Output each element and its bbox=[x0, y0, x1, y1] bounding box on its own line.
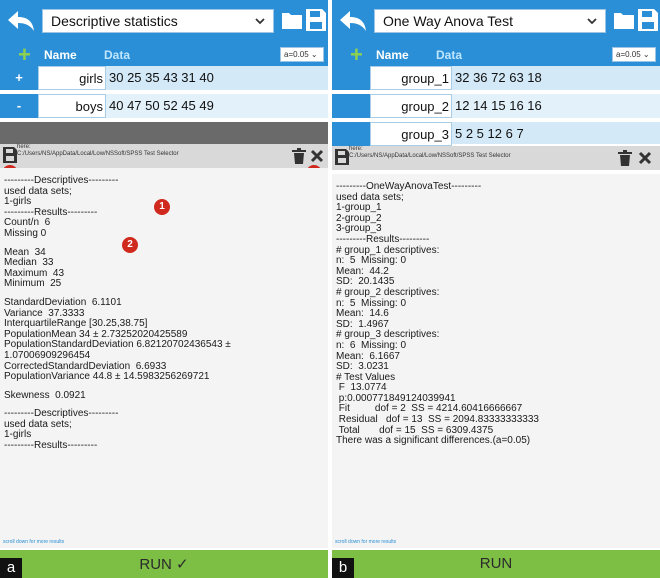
callout-badge: 1 bbox=[154, 199, 170, 215]
output-line: PopulationVariance 44.8 ± 14.59832562697… bbox=[4, 371, 210, 383]
back-arrow-icon[interactable] bbox=[338, 8, 368, 34]
column-header: + Name Data a=0.05 ⌄ bbox=[0, 44, 328, 66]
test-select-dropdown[interactable]: One Way Anova Test bbox=[374, 9, 606, 33]
top-bar: Descriptive statistics bbox=[0, 0, 328, 44]
output-line: # group_2 descriptives: bbox=[336, 286, 440, 298]
top-bar: One Way Anova Test bbox=[332, 0, 660, 44]
save-icon[interactable] bbox=[638, 9, 658, 31]
output-line: Minimum 25 bbox=[4, 278, 62, 290]
empty-area bbox=[0, 122, 328, 144]
data-row: group_2 12 14 15 16 16 bbox=[332, 94, 660, 120]
row-action-button[interactable]: + bbox=[0, 66, 38, 90]
panel-label: a bbox=[0, 558, 22, 578]
row-action-button[interactable] bbox=[332, 94, 370, 118]
test-select-dropdown[interactable]: Descriptive statistics bbox=[42, 9, 274, 33]
trash-icon[interactable] bbox=[292, 148, 306, 164]
trash-icon[interactable] bbox=[618, 150, 632, 166]
scroll-hint: scroll down for more results bbox=[0, 538, 328, 548]
folder-icon[interactable] bbox=[282, 11, 302, 29]
output-line: ---------Descriptives--------- bbox=[4, 175, 119, 186]
run-label: RUN ✓ bbox=[139, 556, 189, 573]
folder-icon[interactable] bbox=[614, 11, 634, 29]
data-row: - boys 40 47 50 52 45 49 bbox=[0, 94, 328, 120]
selected-test: One Way Anova Test bbox=[383, 13, 513, 29]
row-data-field[interactable]: 5 2 5 12 6 7 bbox=[452, 122, 524, 146]
output-line: n: 6 Missing: 0 bbox=[336, 339, 407, 351]
output-header: here: C:/Users/NS/AppData/Local/Low/NSSo… bbox=[332, 146, 660, 170]
output-line: StandardDeviation 6.1101 bbox=[4, 296, 122, 308]
output-line: There was a significant differences.(a=0… bbox=[336, 435, 531, 447]
callout-badge: 2 bbox=[122, 237, 138, 253]
selected-test: Descriptive statistics bbox=[51, 13, 178, 29]
row-action-button[interactable] bbox=[332, 122, 370, 146]
alpha-select[interactable]: a=0.05 ⌄ bbox=[612, 47, 656, 62]
save-icon[interactable] bbox=[306, 9, 326, 31]
add-row-icon[interactable]: + bbox=[350, 44, 363, 66]
row-data-field[interactable]: 30 25 35 43 31 40 bbox=[106, 66, 214, 90]
output-line: used data sets; bbox=[4, 185, 72, 197]
output-header: here: C:/Users/NS/AppData/Local/Low/NSSo… bbox=[0, 144, 328, 168]
run-label: RUN bbox=[479, 555, 513, 572]
row-name-field[interactable]: group_3 bbox=[370, 122, 452, 146]
data-row: + girls 30 25 35 43 31 40 bbox=[0, 66, 328, 92]
output-text: ---------Descriptives--------- used data … bbox=[0, 168, 328, 538]
output-line: ---------Results--------- bbox=[4, 440, 98, 452]
alpha-select[interactable]: a=0.05 ⌄ bbox=[280, 47, 324, 62]
chevron-down-icon bbox=[587, 18, 597, 25]
output-line: used data sets; bbox=[4, 418, 72, 430]
scroll-hint: scroll down for more results bbox=[332, 538, 660, 548]
data-header: Data bbox=[104, 48, 131, 62]
output-path: here: C:/Users/NS/AppData/Local/Low/NSSo… bbox=[349, 146, 511, 159]
output-path: here: C:/Users/NS/AppData/Local/Low/NSSo… bbox=[17, 144, 179, 157]
row-name-field[interactable]: girls bbox=[38, 66, 106, 90]
row-data-field[interactable]: 40 47 50 52 45 49 bbox=[106, 94, 214, 118]
save-output-icon[interactable] bbox=[3, 147, 17, 163]
close-icon[interactable] bbox=[638, 151, 652, 165]
row-name-field[interactable]: group_1 bbox=[370, 66, 452, 90]
panel-a: Descriptive statistics + Name Data a=0.0… bbox=[0, 0, 328, 578]
save-output-icon[interactable] bbox=[335, 149, 349, 165]
run-button[interactable]: RUN b bbox=[332, 550, 660, 578]
output-line: Count/n 6 bbox=[4, 217, 51, 229]
output-text: ---------OneWayAnovaTest--------- used da… bbox=[332, 174, 660, 538]
output-line: Skewness 0.0921 bbox=[4, 389, 86, 401]
panel-label: b bbox=[332, 558, 354, 578]
panel-b: One Way Anova Test + Name Data a=0.05 ⌄ … bbox=[332, 0, 660, 578]
data-header: Data bbox=[436, 48, 463, 62]
add-row-icon[interactable]: + bbox=[18, 44, 31, 66]
row-name-field[interactable]: group_2 bbox=[370, 94, 452, 118]
data-row: group_1 32 36 72 63 18 bbox=[332, 66, 660, 92]
back-arrow-icon[interactable] bbox=[6, 8, 36, 34]
data-row: group_3 5 2 5 12 6 7 bbox=[332, 122, 660, 146]
name-header: Name bbox=[376, 48, 409, 62]
run-button[interactable]: RUN ✓ a bbox=[0, 550, 328, 578]
row-action-button[interactable] bbox=[332, 66, 370, 90]
row-data-field[interactable]: 12 14 15 16 16 bbox=[452, 94, 542, 118]
close-icon[interactable] bbox=[310, 149, 324, 163]
output-line: ---------Results--------- bbox=[336, 233, 430, 245]
output-line: 1.07006909296454 bbox=[4, 349, 91, 361]
row-data-field[interactable]: 32 36 72 63 18 bbox=[452, 66, 542, 90]
chevron-down-icon bbox=[255, 18, 265, 25]
name-header: Name bbox=[44, 48, 77, 62]
output-line: Missing 0 bbox=[4, 227, 47, 239]
output-line: ---------OneWayAnovaTest--------- bbox=[336, 181, 482, 192]
row-action-button[interactable]: - bbox=[0, 94, 38, 118]
column-header: + Name Data a=0.05 ⌄ bbox=[332, 44, 660, 66]
row-name-field[interactable]: boys bbox=[38, 94, 106, 118]
